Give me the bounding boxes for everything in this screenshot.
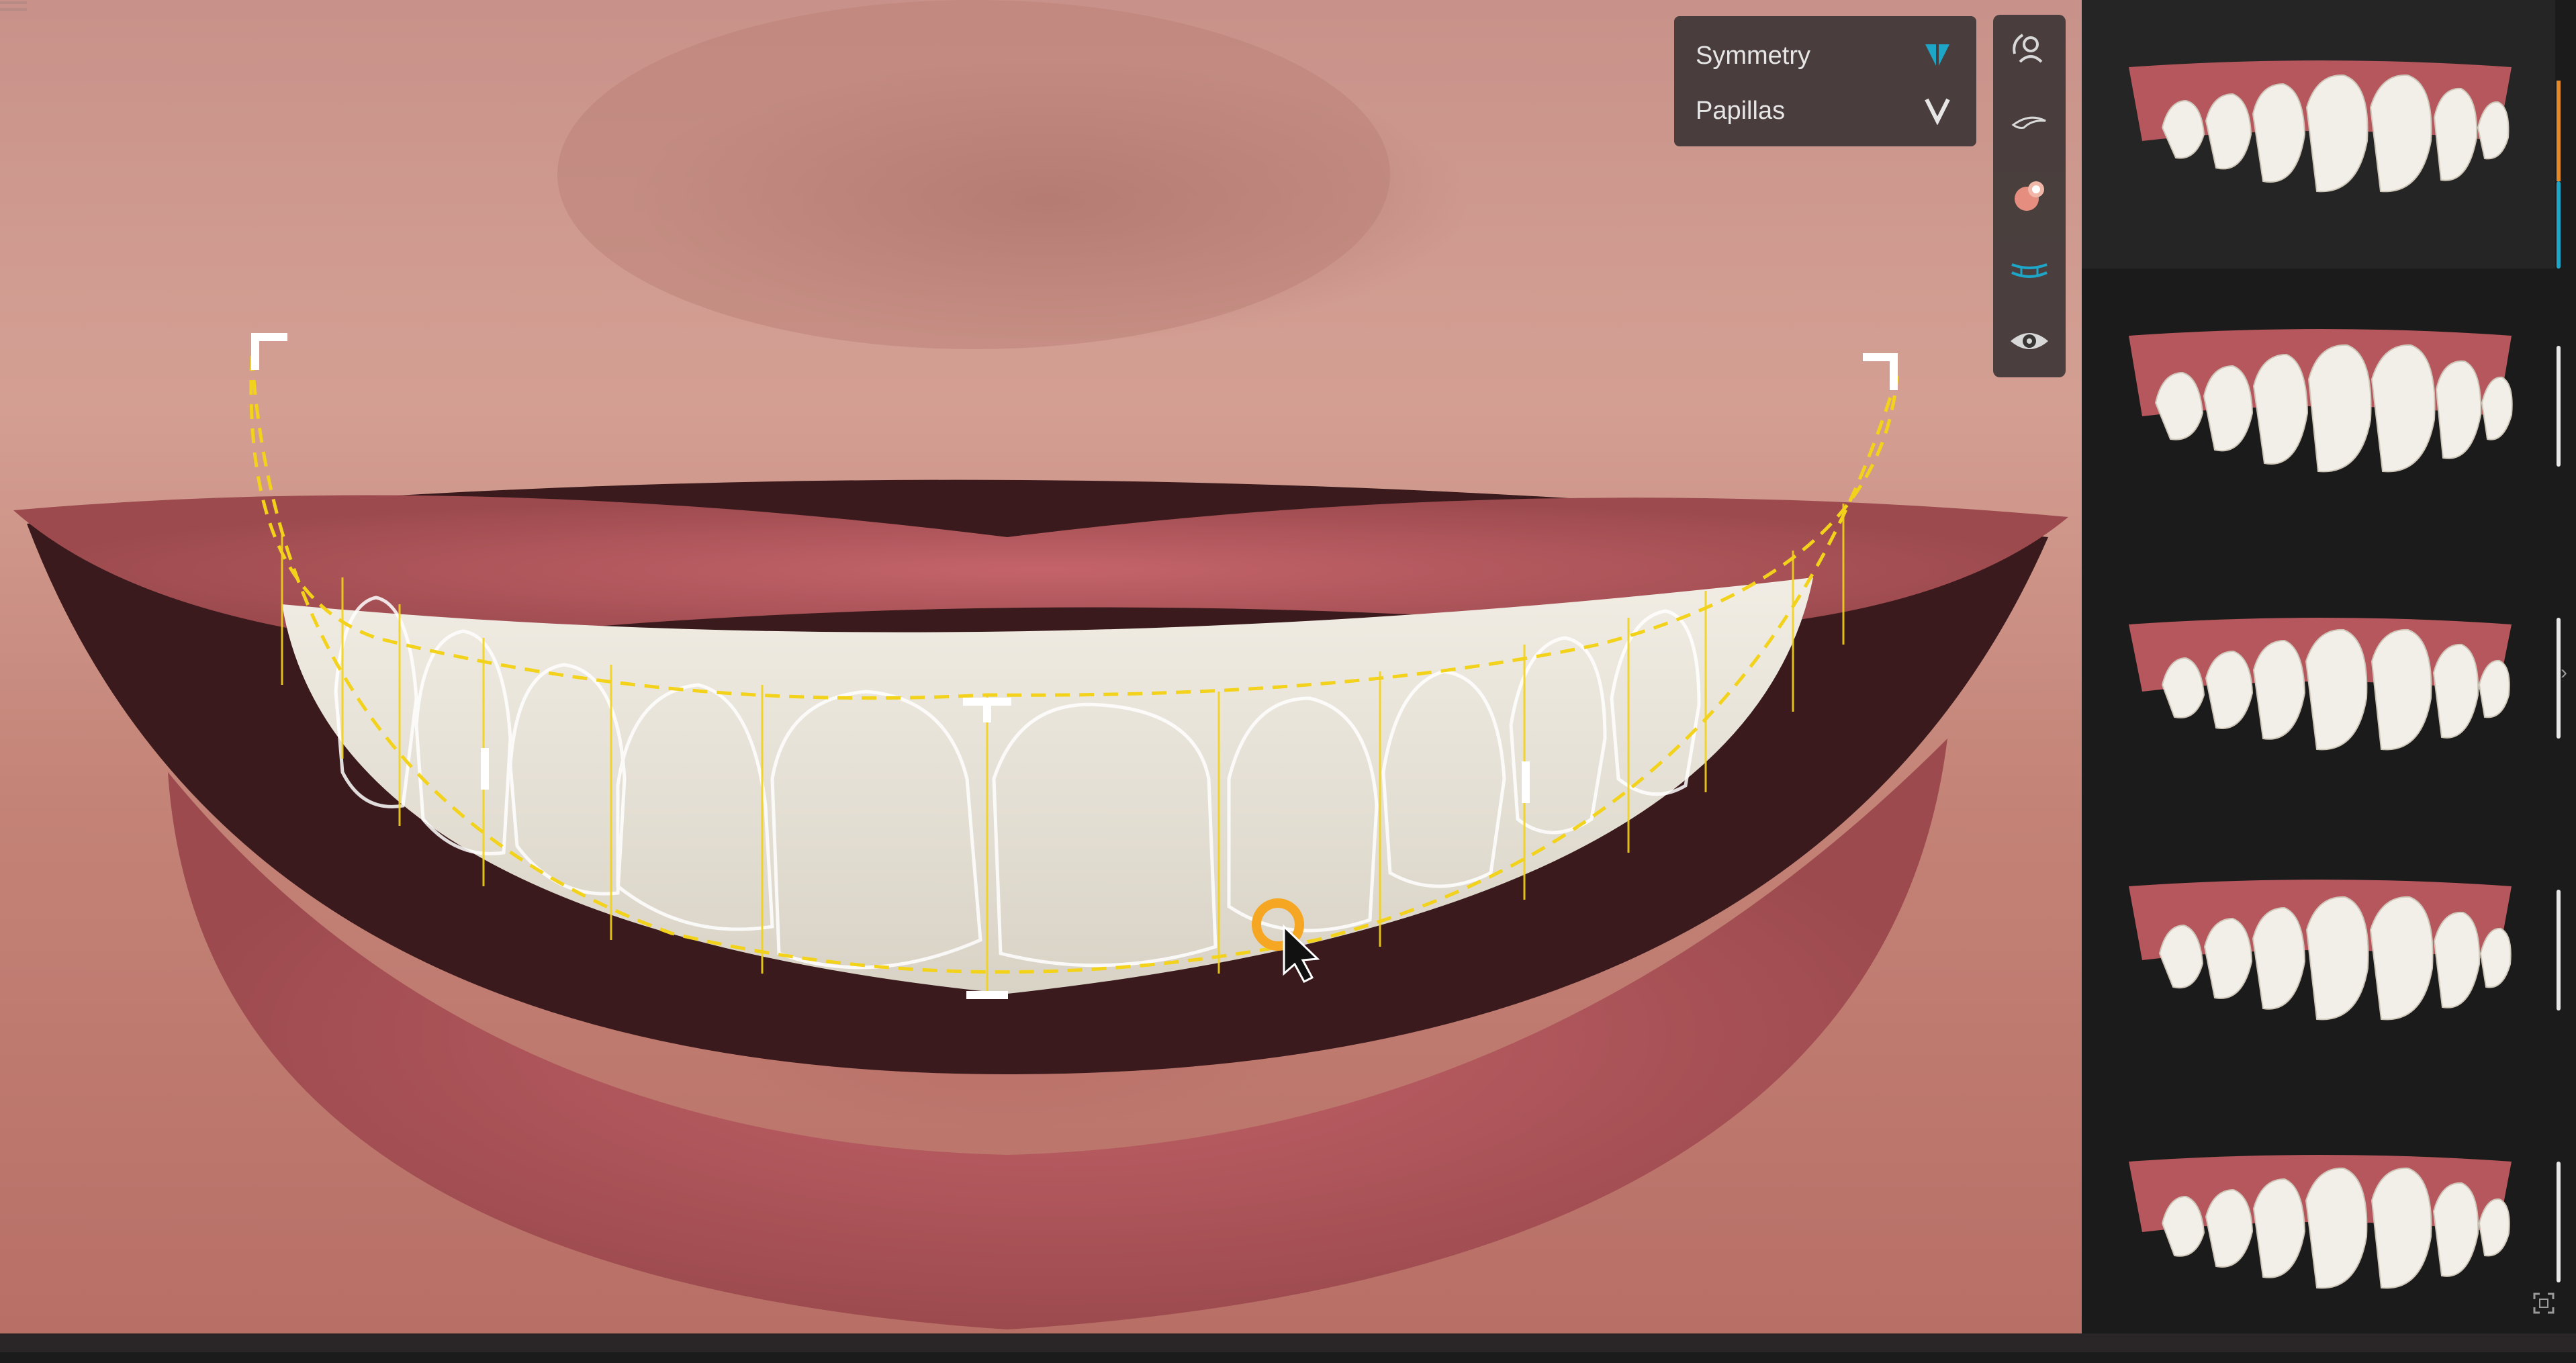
bottom-bar	[0, 1333, 2576, 1352]
scroll-indicator	[2557, 346, 2561, 467]
selection-marker	[2557, 81, 2561, 181]
smile-thumbnail[interactable]	[2082, 557, 2555, 826]
smile-thumbnail[interactable]	[2082, 1094, 2555, 1363]
chevron-down-icon[interactable]	[1923, 95, 1952, 125]
smile-design-5-image	[2129, 1155, 2512, 1289]
scroll-indicator	[2557, 890, 2561, 1010]
smile-design-3-image	[2129, 618, 2512, 751]
smile-photo-canvas[interactable]	[0, 0, 2082, 1333]
lip-outline-icon	[2011, 116, 2046, 129]
face-rotate-tool[interactable]	[2005, 27, 2054, 75]
symmetry-label: Symmetry	[1696, 42, 1810, 70]
collapse-arrow-icon[interactable]: ›	[2561, 661, 2574, 684]
nose-shadow	[557, 0, 1390, 349]
tool-bar	[1993, 15, 2066, 377]
fullscreen-capture-icon[interactable]	[2533, 1292, 2555, 1314]
top-left-corner-handle	[251, 333, 287, 370]
smile-thumbnail[interactable]	[2082, 0, 2555, 269]
smile-arc-tool[interactable]	[2005, 244, 2054, 293]
color-palette-icon	[2015, 181, 2044, 211]
eye-icon	[2011, 333, 2048, 349]
smile-arc-icon	[2011, 263, 2048, 278]
symmetry-option[interactable]: Symmetry	[1674, 28, 1976, 82]
smile-overlay	[13, 0, 2068, 1329]
visibility-tool[interactable]	[2005, 317, 2054, 365]
papillas-option[interactable]: Papillas	[1674, 83, 1976, 137]
lip-line-tool[interactable]	[2005, 99, 2054, 148]
smile-design-2-image	[2129, 329, 2513, 473]
smile-thumbnail[interactable]	[2082, 275, 2555, 544]
menu-icon[interactable]	[0, 0, 27, 19]
scroll-indicator	[2557, 1162, 2561, 1282]
face-rotate-icon	[2013, 34, 2043, 63]
options-panel: Symmetry Papillas	[1674, 16, 1976, 146]
top-right-corner-handle	[1863, 353, 1898, 390]
symmetry-toggle-icon[interactable]	[1923, 40, 1952, 70]
papillas-label: Papillas	[1696, 97, 1786, 125]
smile-thumbnail[interactable]	[2082, 826, 2555, 1094]
selected-scroll-indicator	[2557, 181, 2561, 269]
color-tool[interactable]	[2005, 172, 2054, 220]
smile-design-1-image	[2129, 60, 2512, 193]
smile-design-4-image	[2129, 880, 2512, 1021]
